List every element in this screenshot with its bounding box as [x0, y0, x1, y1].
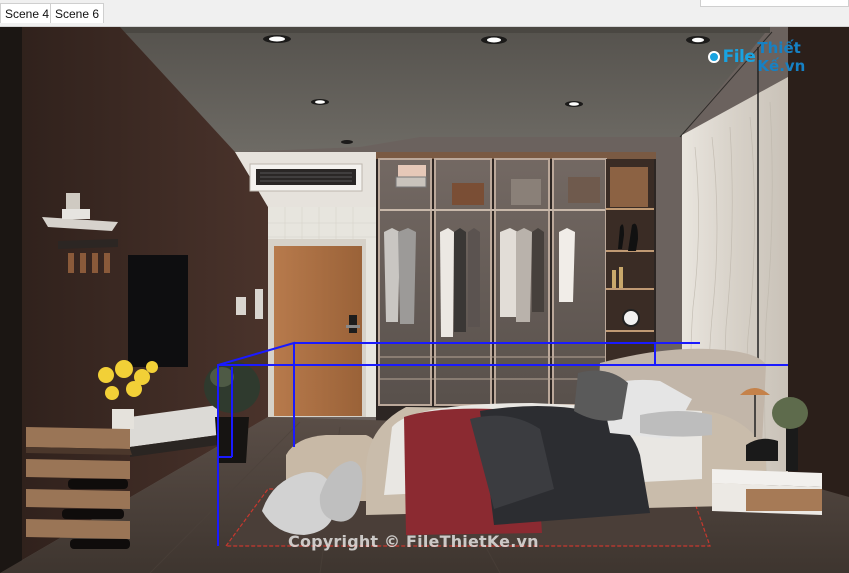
logo-icon [708, 51, 720, 63]
logo-part-2: Thiết Kế.vn [757, 39, 806, 75]
door [274, 246, 362, 416]
brand-logo: File Thiết Kế.vn [708, 39, 849, 75]
tv [128, 255, 188, 367]
logo-part-1: File [722, 47, 756, 67]
scene-tab-bar: Scene 4 Scene 6 [0, 0, 849, 27]
tab-scene-4[interactable]: Scene 4 [0, 3, 55, 23]
model-viewport[interactable]: File Thiết Kế.vn Copyright © FileThietKe… [0, 27, 849, 573]
tab-scene-6[interactable]: Scene 6 [50, 3, 105, 23]
bedroom-render [0, 27, 849, 573]
copyright-watermark: Copyright © FileThietKe.vn [288, 532, 539, 551]
tab-scroll-strip [700, 0, 849, 7]
